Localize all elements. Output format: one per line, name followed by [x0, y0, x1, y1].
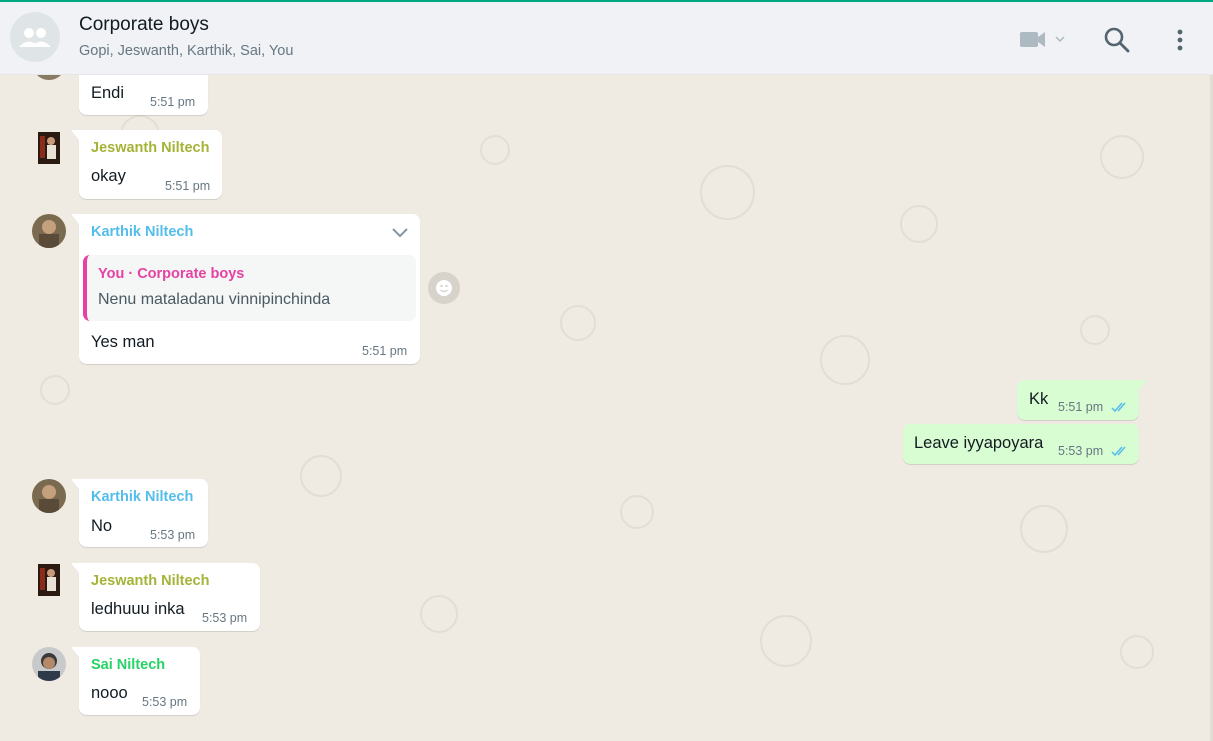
- sender-name[interactable]: Sai Niltech: [91, 657, 165, 673]
- message-time: 5:53 pm: [202, 611, 248, 625]
- avatar[interactable]: [32, 479, 66, 513]
- group-avatar[interactable]: [10, 12, 60, 62]
- search-button[interactable]: [1102, 25, 1132, 55]
- message-bubble[interactable]: Karthik Niltech No 5:53 pm: [71, 479, 208, 547]
- chevron-down-icon: [392, 228, 408, 238]
- quoted-sender: You · Corporate boys: [98, 266, 245, 282]
- message-time: 5:51 pm: [362, 344, 408, 358]
- message-bubble[interactable]: Karthik Niltech You · Corporate boys Nen…: [71, 214, 420, 364]
- emoji-reaction-icon: [436, 280, 452, 296]
- double-check-icon: [1111, 402, 1126, 413]
- message-time: 5:53 pm: [1058, 444, 1104, 458]
- reaction-button[interactable]: [428, 272, 460, 304]
- message-time: 5:51 pm: [165, 179, 211, 193]
- message-time: 5:53 pm: [150, 528, 196, 542]
- avatar[interactable]: [38, 132, 60, 164]
- message-bubble[interactable]: Kk 5:51 pm: [1017, 380, 1147, 420]
- message-text: Endi: [91, 84, 125, 102]
- sender-name[interactable]: Jeswanth Niltech: [91, 573, 209, 589]
- message-bubble[interactable]: Sai Niltech nooo 5:53 pm: [71, 647, 200, 715]
- avatar[interactable]: [32, 647, 66, 681]
- message-text: ledhuuu inka: [91, 600, 185, 618]
- message-bubble[interactable]: Jeswanth Niltech okay 5:51 pm: [71, 130, 222, 199]
- message-time: 5:53 pm: [142, 695, 188, 709]
- message-bubble[interactable]: Jeswanth Niltech ledhuuu inka 5:53 pm: [71, 563, 260, 631]
- quoted-text: Nenu mataladanu vinnipinchinda: [98, 291, 331, 308]
- message-time: 5:51 pm: [1058, 400, 1104, 414]
- double-check-icon: [1111, 446, 1126, 457]
- message-text: No: [91, 517, 113, 535]
- menu-button[interactable]: [1168, 25, 1192, 55]
- message-bubble[interactable]: Leave iyyapoyara 5:53 pm: [903, 424, 1139, 464]
- search-icon: [1104, 27, 1130, 53]
- avatar[interactable]: [38, 564, 60, 596]
- chat-header[interactable]: Corporate boys Gopi, Jeswanth, Karthik, …: [0, 2, 1213, 75]
- chat-title[interactable]: Corporate boys: [79, 14, 209, 36]
- sender-name[interactable]: Karthik Niltech: [91, 489, 193, 505]
- chat-members[interactable]: Gopi, Jeswanth, Karthik, Sai, You: [79, 43, 293, 59]
- message-text: okay: [91, 167, 126, 185]
- message-time: 5:51 pm: [150, 95, 196, 109]
- quoted-message[interactable]: You · Corporate boys Nenu mataladanu vin…: [83, 255, 416, 321]
- video-camera-icon: [1020, 32, 1065, 47]
- message-text: nooo: [91, 684, 128, 702]
- message-text: Yes man: [91, 333, 155, 351]
- message-bubble[interactable]: Endi 5:51 pm: [79, 75, 208, 115]
- avatar[interactable]: [32, 214, 66, 248]
- sender-name[interactable]: Karthik Niltech: [91, 224, 193, 240]
- message-text: Kk: [1029, 390, 1049, 408]
- group-icon: [19, 28, 51, 47]
- sender-name[interactable]: Jeswanth Niltech: [91, 140, 209, 156]
- video-call-button[interactable]: [1018, 26, 1070, 52]
- vertical-dots-menu-icon: [1177, 29, 1183, 51]
- message-text: Leave iyyapoyara: [914, 434, 1044, 452]
- message-menu-button[interactable]: [390, 226, 410, 245]
